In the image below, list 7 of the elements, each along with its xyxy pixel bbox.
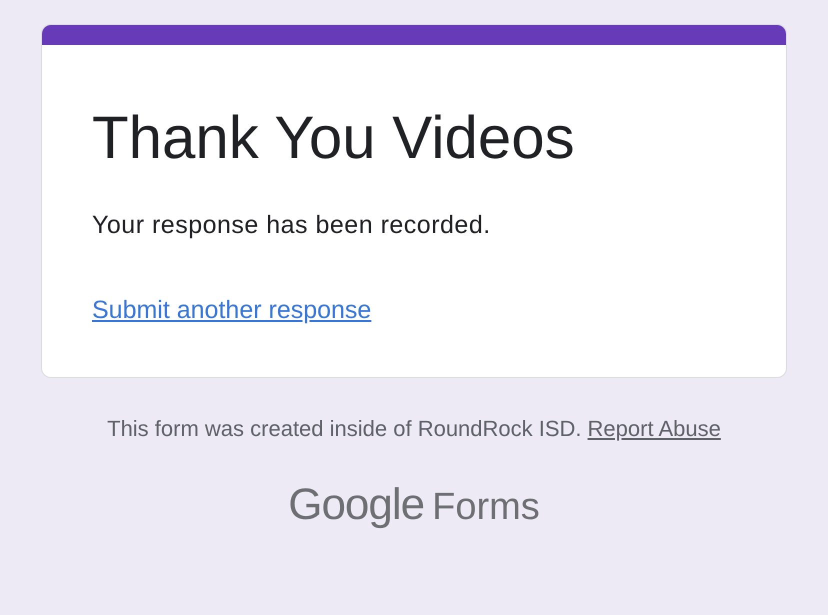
report-abuse-link[interactable]: Report Abuse xyxy=(588,416,721,442)
submit-another-link[interactable]: Submit another response xyxy=(92,296,372,325)
form-title: Thank You Videos xyxy=(92,103,575,173)
footer-note: This form was created inside of RoundRock ISD. xyxy=(107,416,582,442)
confirmation-message: Your response has been recorded. xyxy=(92,211,491,240)
logo-product: Forms xyxy=(432,486,540,529)
logo-brand: Google xyxy=(288,480,424,530)
